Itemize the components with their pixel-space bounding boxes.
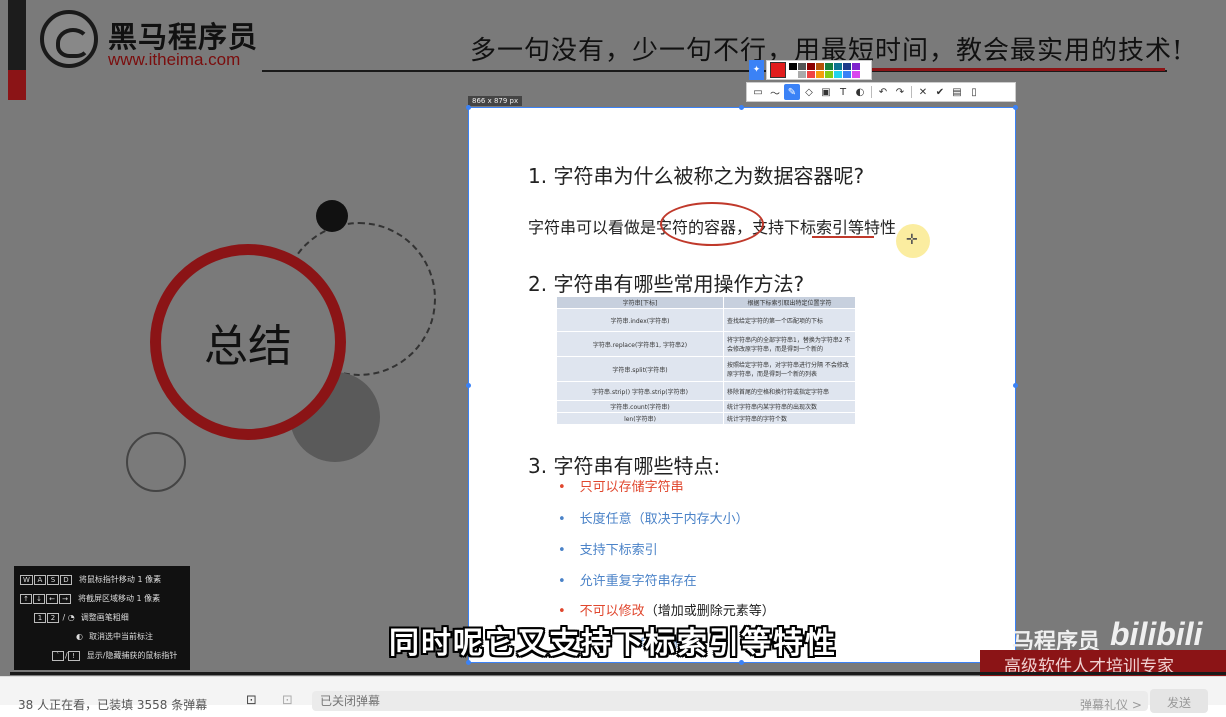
header-rule-accent	[860, 68, 1165, 71]
palette-color-swatch[interactable]	[852, 70, 860, 78]
table-cell: 字符串.count(字符串)	[556, 400, 724, 413]
table-cell: 查找给定字符的第一个匹配项的下标	[723, 308, 856, 332]
text-tool-icon[interactable]: T	[835, 84, 851, 100]
summary-title: 总结	[204, 321, 292, 372]
resize-handle[interactable]	[1013, 105, 1018, 110]
table-cell: 移除首尾的空格和换行符或指定字符串	[723, 381, 856, 401]
pen-tool-icon[interactable]: ✎	[784, 84, 800, 100]
table-cell: 字符串.split(字符串)	[556, 356, 724, 382]
video-frame[interactable]: 黑马程序员 www.itheima.com 多一句没有，少一句不行，用最短时间，…	[0, 0, 1226, 676]
palette-color-swatch[interactable]	[789, 70, 797, 78]
palette-color-swatch[interactable]	[825, 70, 833, 78]
copy-icon[interactable]: ▯	[966, 84, 982, 100]
rectangle-tool-icon[interactable]: ▭	[750, 84, 766, 100]
list-item: • 不可以修改（增加或删除元素等）	[558, 604, 775, 619]
palette-color-swatch[interactable]	[852, 62, 860, 70]
table-cell: 字符串.replace(字符串1, 字符串2)	[556, 331, 724, 357]
table-row: 字符串.strip() 字符串.strip(字符串) 移除首尾的空格和换行符或指定…	[556, 381, 856, 401]
footer-rule	[10, 672, 1226, 675]
decor-thin-ring	[126, 432, 186, 492]
list-item: • 支持下标索引	[558, 543, 658, 558]
string-methods-table: 字符串[下标] 根据下标索引取出特定位置字符 字符串.index(字符串) 查找给…	[556, 296, 856, 425]
palette-grid[interactable]	[789, 62, 860, 78]
danmaku-settings-icon[interactable]: ⊡	[282, 693, 293, 708]
table-row: 字符串.replace(字符串1, 字符串2) 将字符串内的全部字符串1，替换为字…	[556, 331, 856, 357]
decor-black-dot	[316, 200, 348, 232]
question-1: 1. 字符串为什么被称之为数据容器呢?	[528, 164, 865, 188]
list-item: • 允许重复字符串存在	[558, 574, 697, 589]
list-item: • 长度任意（取决于内存大小）	[558, 512, 749, 527]
annotation-toolbar[interactable]: ▭ 〜 ✎ ◇ ▣ T ◐ ↶ ↷ ✕ ✔ ▤ ▯	[746, 82, 1016, 102]
palette-color-swatch[interactable]	[807, 70, 815, 78]
crosshair-cursor-icon: ✛	[906, 232, 918, 248]
hint-row: WASD 将鼠标指针移动 1 像素	[20, 570, 184, 589]
toolbar-divider	[911, 86, 912, 98]
question-3: 3. 字符串有哪些特点:	[528, 454, 721, 478]
danmaku-etiquette-link[interactable]: 弹幕礼仪 >	[1080, 696, 1142, 713]
table-row: 字符串.split(字符串) 按照给定字符串，对字符串进行分隔 不会修改原字符串，…	[556, 356, 856, 382]
palette-color-swatch[interactable]	[798, 70, 806, 78]
palette-color-swatch[interactable]	[834, 70, 842, 78]
palette-color-swatch[interactable]	[816, 70, 824, 78]
danmaku-toggle-icon[interactable]: ⊡	[246, 693, 257, 708]
redo-icon[interactable]: ↷	[892, 84, 908, 100]
table-row: len(字符串) 统计字符串的字符个数	[556, 412, 856, 425]
table-header-cell: 根据下标索引取出特定位置字符	[723, 296, 856, 309]
table-row: 字符串.index(字符串) 查找给定字符的第一个匹配项的下标	[556, 308, 856, 332]
brand-url: www.itheima.com	[108, 50, 241, 69]
palette-color-swatch[interactable]	[834, 62, 842, 70]
capture-size-label: 866 x 879 px	[468, 96, 523, 106]
save-icon[interactable]: ▤	[949, 84, 965, 100]
color-palette[interactable]	[766, 60, 872, 80]
palette-color-swatch[interactable]	[816, 62, 824, 70]
table-row: 字符串.count(字符串) 统计字符串内某字符串的出现次数	[556, 400, 856, 413]
undo-icon[interactable]: ↶	[875, 84, 891, 100]
slide-left-accent	[8, 70, 26, 100]
pin-to-screen-icon[interactable]: ✔	[932, 84, 948, 100]
table-header-row: 字符串[下标] 根据下标索引取出特定位置字符	[556, 296, 856, 309]
table-cell: 字符串.index(字符串)	[556, 308, 724, 332]
resize-handle[interactable]	[466, 105, 471, 110]
slide-left-bar	[8, 0, 26, 70]
table-cell: len(字符串)	[556, 412, 724, 425]
resize-handle[interactable]	[1013, 383, 1018, 388]
question-2: 2. 字符串有哪些常用操作方法?	[528, 272, 805, 296]
danmaku-input[interactable]	[312, 691, 1148, 711]
highlighter-tool-icon[interactable]: ◇	[801, 84, 817, 100]
palette-color-swatch[interactable]	[825, 62, 833, 70]
current-color-swatch[interactable]	[770, 62, 786, 78]
eraser-tool-icon[interactable]: ◐	[852, 84, 868, 100]
resize-handle[interactable]	[739, 105, 744, 110]
table-cell: 将字符串内的全部字符串1，替换为字符串2 不会修改原字符串，而是得到一个新的	[723, 331, 856, 357]
close-icon[interactable]: ✕	[915, 84, 931, 100]
table-header-cell: 字符串[下标]	[556, 296, 724, 309]
palette-color-swatch[interactable]	[807, 62, 815, 70]
curve-tool-icon[interactable]: 〜	[767, 84, 783, 100]
list-item: • 只可以存储字符串	[558, 480, 684, 495]
red-circle-annotation	[660, 202, 764, 246]
palette-color-swatch[interactable]	[843, 62, 851, 70]
viewer-count: 38 人正在看，已装填 3558 条弹幕	[18, 698, 208, 712]
red-underline-annotation	[812, 236, 874, 238]
resize-handle[interactable]	[466, 383, 471, 388]
hint-row: ↑ ↓ ← → 将截屏区域移动 1 像素	[20, 589, 184, 608]
table-cell: 统计字符串的字符个数	[723, 412, 856, 425]
mosaic-tool-icon[interactable]: ▣	[818, 84, 834, 100]
danmaku-bar: 38 人正在看，已装填 3558 条弹幕 ⊡ ⊡ 弹幕礼仪 > 发送	[0, 676, 1226, 713]
table-cell: 统计字符串内某字符串的出现次数	[723, 400, 856, 413]
toolbar-divider	[871, 86, 872, 98]
video-subtitle: 同时呢它又支持下标索引等特性	[389, 626, 837, 661]
horse-logo-icon	[40, 10, 98, 68]
table-cell: 字符串.strip() 字符串.strip(字符串)	[556, 381, 724, 401]
send-button[interactable]: 发送	[1150, 689, 1208, 713]
table-cell: 按照给定字符串，对字符串进行分隔 不会修改原字符串，而是得到一个新的列表	[723, 356, 856, 382]
pin-icon[interactable]: ✦	[749, 60, 764, 80]
palette-color-swatch[interactable]	[789, 62, 797, 70]
palette-color-swatch[interactable]	[798, 62, 806, 70]
palette-color-swatch[interactable]	[843, 70, 851, 78]
